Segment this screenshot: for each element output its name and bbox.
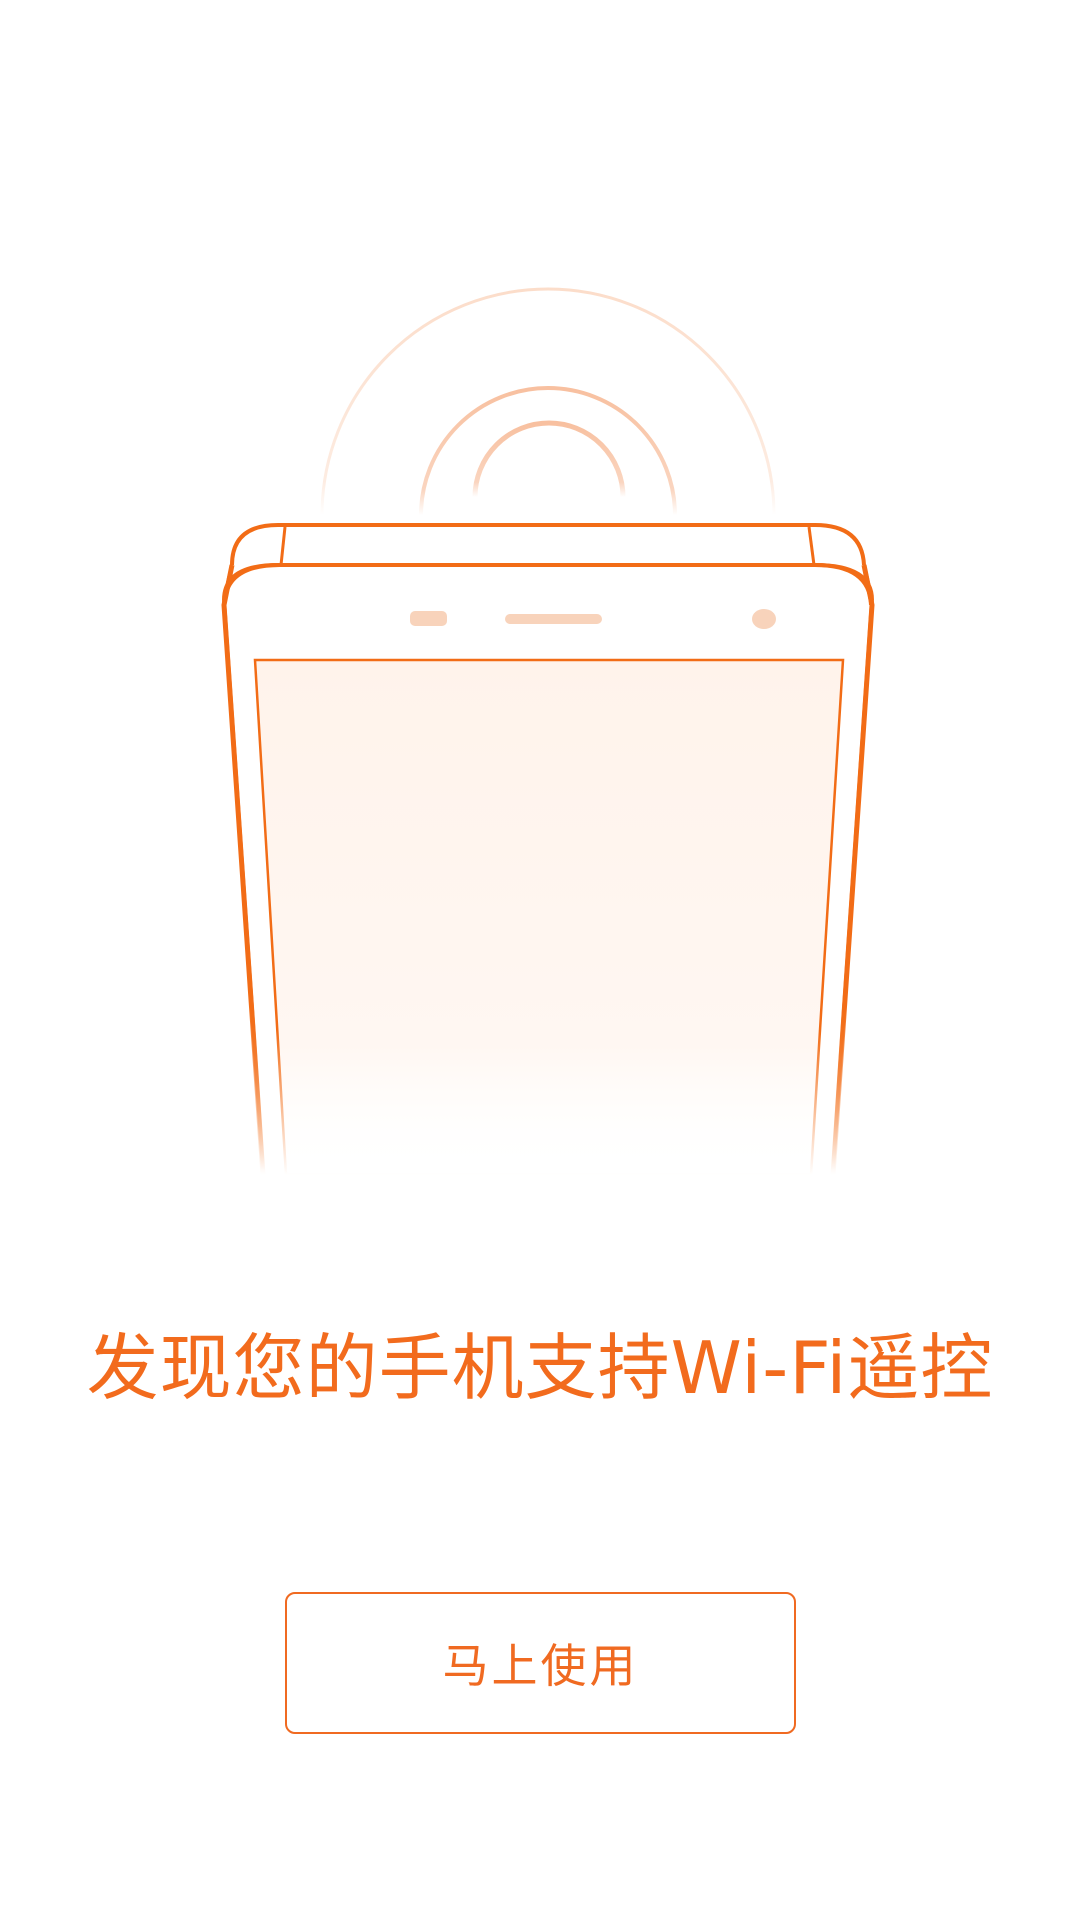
use-now-button[interactable]: 马上使用 <box>285 1592 796 1734</box>
wifi-signal-rings-icon <box>320 287 776 516</box>
phone-signal-illustration <box>221 287 875 1177</box>
phone-outline-icon <box>221 523 875 1177</box>
headline-text: 发现您的手机支持Wi-Fi遥控 <box>86 1326 994 1410</box>
use-now-button-label: 马上使用 <box>442 1639 639 1693</box>
wifi-remote-intro-screen: 发现您的手机支持Wi-Fi遥控 马上使用 <box>0 0 1080 1920</box>
